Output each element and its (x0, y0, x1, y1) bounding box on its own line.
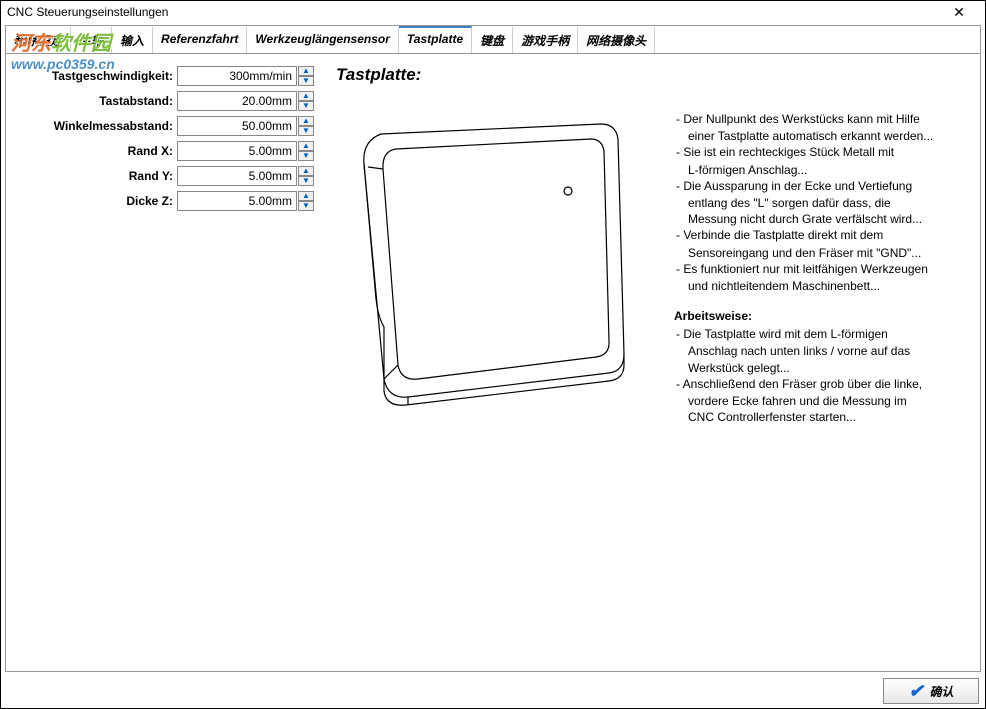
info-text: - Der Nullpunkt des Werkstücks kann mit … (666, 111, 970, 425)
arrow-up-icon[interactable]: ▲ (298, 191, 314, 201)
ok-label: 确认 (930, 683, 954, 700)
spinner-tastgeschwindigkeit[interactable]: ▲▼ (298, 66, 314, 86)
input-winkelmessabstand[interactable] (177, 116, 297, 136)
arrow-down-icon[interactable]: ▼ (298, 126, 314, 136)
input-tastgeschwindigkeit[interactable] (177, 66, 297, 86)
spinner-rand-y[interactable]: ▲▼ (298, 166, 314, 186)
titlebar: CNC Steuerungseinstellungen ✕ (1, 1, 985, 23)
info-bullet-2: - Sie ist ein rechteckiges Stück Metall … (666, 144, 970, 160)
work-title: Arbeitsweise: (666, 308, 970, 324)
info-bullet-4: - Verbinde die Tastplatte direkt mit dem (666, 227, 970, 243)
input-rand-x[interactable] (177, 141, 297, 161)
check-icon: ✔ (908, 681, 923, 702)
arrow-down-icon[interactable]: ▼ (298, 176, 314, 186)
label-winkelmessabstand: Winkelmessabstand: (14, 119, 177, 133)
work-bullet-1: - Die Tastplatte wird mit dem L-förmigen (666, 326, 970, 342)
arrow-up-icon[interactable]: ▲ (298, 66, 314, 76)
info-bullet-5: - Es funktioniert nur mit leitfähigen We… (666, 261, 970, 277)
label-rand-x: Rand X: (14, 144, 177, 158)
window-title: CNC Steuerungseinstellungen (7, 5, 939, 19)
spinner-dicke-z[interactable]: ▲▼ (298, 191, 314, 211)
info-bullet-1: - Der Nullpunkt des Werkstücks kann mit … (666, 111, 970, 127)
label-tastabstand: Tastabstand: (14, 94, 177, 108)
page-title: Tastplatte: (336, 65, 421, 85)
spinner-rand-x[interactable]: ▲▼ (298, 141, 314, 161)
input-dicke-z[interactable] (177, 191, 297, 211)
arrow-up-icon[interactable]: ▲ (298, 141, 314, 151)
label-rand-y: Rand Y: (14, 169, 177, 183)
ok-button[interactable]: ✔ 确认 (883, 678, 979, 704)
input-tastabstand[interactable] (177, 91, 297, 111)
arrow-up-icon[interactable]: ▲ (298, 91, 314, 101)
tastplatte-illustration (346, 109, 626, 412)
spinner-winkelmessabstand[interactable]: ▲▼ (298, 116, 314, 136)
arrow-up-icon[interactable]: ▲ (298, 166, 314, 176)
arrow-down-icon[interactable]: ▼ (298, 151, 314, 161)
arrow-up-icon[interactable]: ▲ (298, 116, 314, 126)
footer: ✔ 确认 (883, 678, 979, 704)
input-rand-y[interactable] (177, 166, 297, 186)
label-tastgeschwindigkeit: Tastgeschwindigkeit: (14, 69, 177, 83)
close-icon[interactable]: ✕ (939, 4, 979, 21)
arrow-down-icon[interactable]: ▼ (298, 76, 314, 86)
arrow-down-icon[interactable]: ▼ (298, 201, 314, 211)
work-bullet-2: - Anschließend den Fräser grob über die … (666, 376, 970, 392)
settings-form: Tastgeschwindigkeit: ▲▼ Tastabstand: ▲▼ … (14, 65, 314, 215)
info-bullet-3: - Die Aussparung in der Ecke und Vertief… (666, 178, 970, 194)
arrow-down-icon[interactable]: ▼ (298, 101, 314, 111)
content-panel: Tastgeschwindigkeit: ▲▼ Tastabstand: ▲▼ … (5, 49, 981, 672)
spinner-tastabstand[interactable]: ▲▼ (298, 91, 314, 111)
label-dicke-z: Dicke Z: (14, 194, 177, 208)
